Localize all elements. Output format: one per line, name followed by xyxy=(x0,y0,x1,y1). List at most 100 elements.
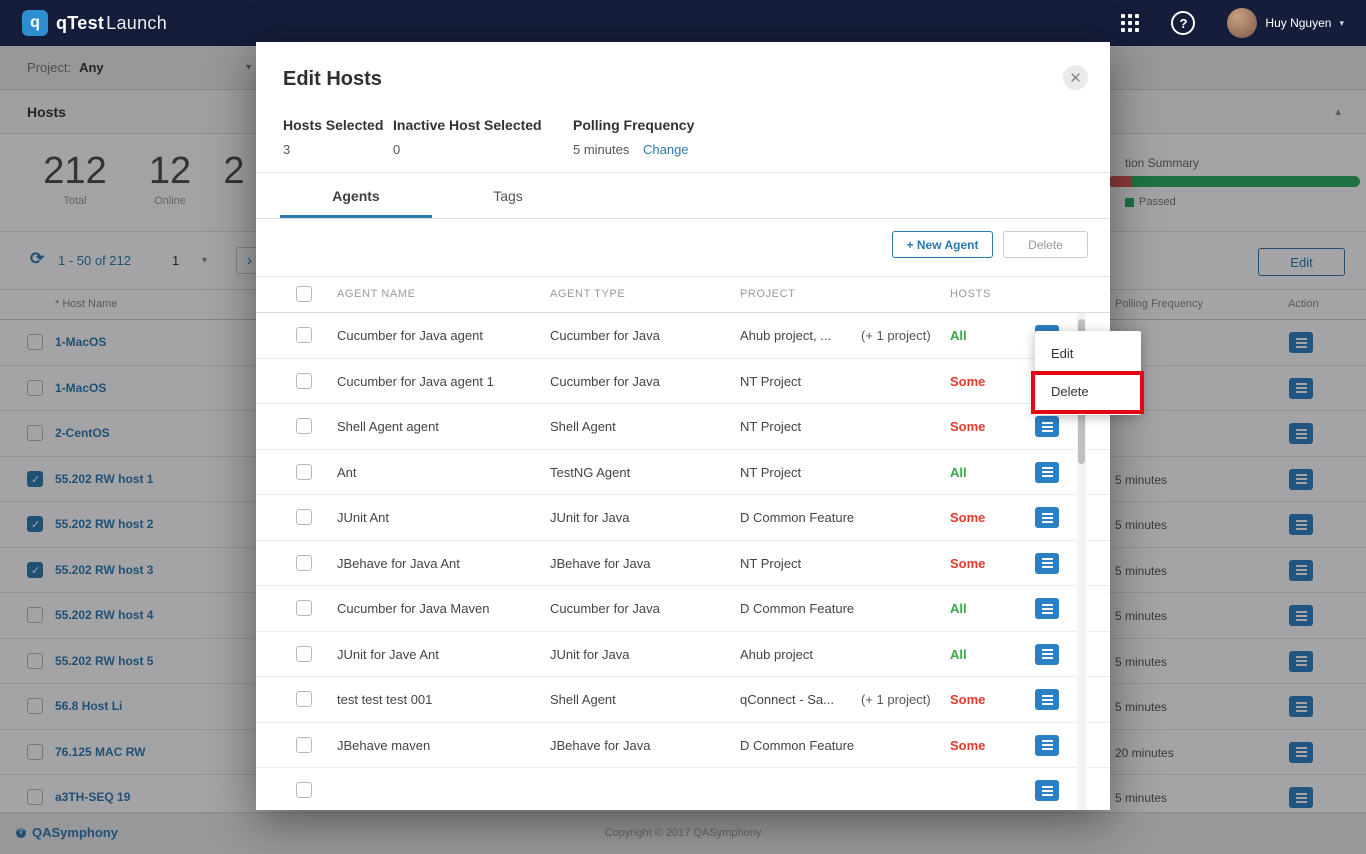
modal-tabs: Agents Tags xyxy=(280,178,584,218)
agent-actions-menu-button[interactable] xyxy=(1035,416,1059,437)
inactive-host-label: Inactive Host Selected xyxy=(393,117,542,133)
agent-name-cell: JUnit for Jave Ant xyxy=(337,647,439,662)
modal-title: Edit Hosts xyxy=(283,68,382,91)
agent-name-cell: Cucumber for Java Maven xyxy=(337,601,489,616)
agent-project-cell: NT Project xyxy=(740,374,801,389)
agent-table-row: Shell Agent agent Shell Agent NT Project… xyxy=(256,404,1110,450)
hosts-badge: Some xyxy=(950,510,985,525)
row-context-menu: Edit Delete xyxy=(1035,331,1141,415)
agent-checkbox[interactable] xyxy=(296,782,312,798)
logo-letter: q xyxy=(30,14,40,32)
brand-title: qTestLaunch xyxy=(56,13,167,34)
hosts-badge: All xyxy=(950,601,967,616)
agent-checkbox[interactable] xyxy=(296,600,312,616)
agent-checkbox[interactable] xyxy=(296,509,312,525)
agent-actions-menu-button[interactable] xyxy=(1035,462,1059,483)
agent-table-row: JBehave maven JBehave for Java D Common … xyxy=(256,723,1110,769)
agent-actions-menu-button[interactable] xyxy=(1035,553,1059,574)
agent-actions-menu-button[interactable] xyxy=(1035,780,1059,801)
agent-actions-menu-button[interactable] xyxy=(1035,735,1059,756)
agent-checkbox[interactable] xyxy=(296,646,312,662)
agent-type-cell: Cucumber for Java xyxy=(550,601,660,616)
agent-table-row: Cucumber for Java Maven Cucumber for Jav… xyxy=(256,586,1110,632)
agent-type-cell: Shell Agent xyxy=(550,419,616,434)
tab-agents[interactable]: Agents xyxy=(280,178,432,218)
agent-project-cell: NT Project xyxy=(740,465,801,480)
agent-table-row: Cucumber for Java agent 1 Cucumber for J… xyxy=(256,359,1110,405)
new-agent-button[interactable]: + New Agent xyxy=(892,231,993,258)
agent-name-cell: test test test 001 xyxy=(337,692,432,707)
agent-actions-menu-button[interactable] xyxy=(1035,598,1059,619)
agent-checkbox[interactable] xyxy=(296,418,312,434)
col-project: PROJECT xyxy=(740,288,796,300)
agent-name-cell: Ant xyxy=(337,465,357,480)
hosts-badge: All xyxy=(950,465,967,480)
agent-name-cell: Shell Agent agent xyxy=(337,419,439,434)
agent-checkbox[interactable] xyxy=(296,327,312,343)
user-menu[interactable]: Huy Nguyen ▾ xyxy=(1227,8,1344,38)
agent-checkbox[interactable] xyxy=(296,691,312,707)
agent-type-cell: JBehave for Java xyxy=(550,738,650,753)
col-agent-name: AGENT NAME xyxy=(337,288,416,300)
agent-actions-menu-button[interactable] xyxy=(1035,644,1059,665)
agent-project-cell: D Common Feature xyxy=(740,601,854,616)
agent-project-cell: Ahub project, ... xyxy=(740,328,831,343)
agent-type-cell: Shell Agent xyxy=(550,692,616,707)
tab-tags[interactable]: Tags xyxy=(432,178,584,218)
delete-agents-button[interactable]: Delete xyxy=(1003,231,1088,258)
close-icon[interactable]: ✕ xyxy=(1063,65,1088,90)
agent-checkbox[interactable] xyxy=(296,737,312,753)
col-hosts: HOSTS xyxy=(950,288,991,300)
hosts-badge: Some xyxy=(950,738,985,753)
agent-type-cell: JUnit for Java xyxy=(550,510,629,525)
agent-rows: Cucumber for Java agent Cucumber for Jav… xyxy=(256,313,1110,810)
agent-table-row: test test test 001 Shell Agent qConnect … xyxy=(256,677,1110,723)
brand-secondary: Launch xyxy=(106,13,167,33)
help-icon[interactable]: ? xyxy=(1171,11,1195,35)
agent-name-cell: Cucumber for Java agent xyxy=(337,328,483,343)
agent-type-cell: TestNG Agent xyxy=(550,465,630,480)
change-polling-link[interactable]: Change xyxy=(643,142,689,157)
hosts-badge: Some xyxy=(950,419,985,434)
agent-table-row: JUnit Ant JUnit for Java D Common Featur… xyxy=(256,495,1110,541)
inactive-host-value: 0 xyxy=(393,142,400,157)
agent-actions-menu-button[interactable] xyxy=(1035,507,1059,528)
app-grid-icon[interactable] xyxy=(1121,14,1139,32)
divider xyxy=(256,218,1110,219)
hosts-badge: Some xyxy=(950,556,985,571)
agent-project-cell: NT Project xyxy=(740,556,801,571)
agent-name-cell: JBehave maven xyxy=(337,738,430,753)
agent-checkbox[interactable] xyxy=(296,555,312,571)
polling-value-text: 5 minutes xyxy=(573,142,629,157)
polling-frequency-label: Polling Frequency xyxy=(573,117,694,133)
context-menu-delete[interactable]: Delete xyxy=(1035,373,1141,411)
agent-project-cell: Ahub project xyxy=(740,647,813,662)
agent-name-cell: Cucumber for Java agent 1 xyxy=(337,374,494,389)
agent-type-cell: JBehave for Java xyxy=(550,556,650,571)
hosts-badge: Some xyxy=(950,692,985,707)
agent-table-row xyxy=(256,768,1110,810)
qtest-logo-icon[interactable]: q xyxy=(22,10,48,36)
agent-project-cell: qConnect - Sa... xyxy=(740,692,834,707)
agent-project-cell: D Common Feature xyxy=(740,510,854,525)
agent-type-cell: Cucumber for Java xyxy=(550,374,660,389)
agent-table-row: Ant TestNG Agent NT Project All xyxy=(256,450,1110,496)
agent-checkbox[interactable] xyxy=(296,464,312,480)
user-name: Huy Nguyen xyxy=(1265,16,1331,30)
agent-type-cell: Cucumber for Java xyxy=(550,328,660,343)
agent-project-cell: NT Project xyxy=(740,419,801,434)
avatar xyxy=(1227,8,1257,38)
col-agent-type: AGENT TYPE xyxy=(550,288,625,300)
agent-project-extra: (+ 1 project) xyxy=(861,328,931,343)
edit-hosts-modal: Edit Hosts ✕ Hosts Selected 3 Inactive H… xyxy=(256,42,1110,810)
agent-actions-menu-button[interactable] xyxy=(1035,689,1059,710)
agent-type-cell: JUnit for Java xyxy=(550,647,629,662)
agent-project-cell: D Common Feature xyxy=(740,738,854,753)
agent-name-cell: JUnit Ant xyxy=(337,510,389,525)
context-menu-edit[interactable]: Edit xyxy=(1035,335,1141,373)
chevron-down-icon: ▾ xyxy=(1339,18,1344,29)
agent-table-row: Cucumber for Java agent Cucumber for Jav… xyxy=(256,313,1110,359)
agent-checkbox[interactable] xyxy=(296,373,312,389)
select-all-checkbox[interactable] xyxy=(296,286,312,302)
hosts-badge: Some xyxy=(950,374,985,389)
